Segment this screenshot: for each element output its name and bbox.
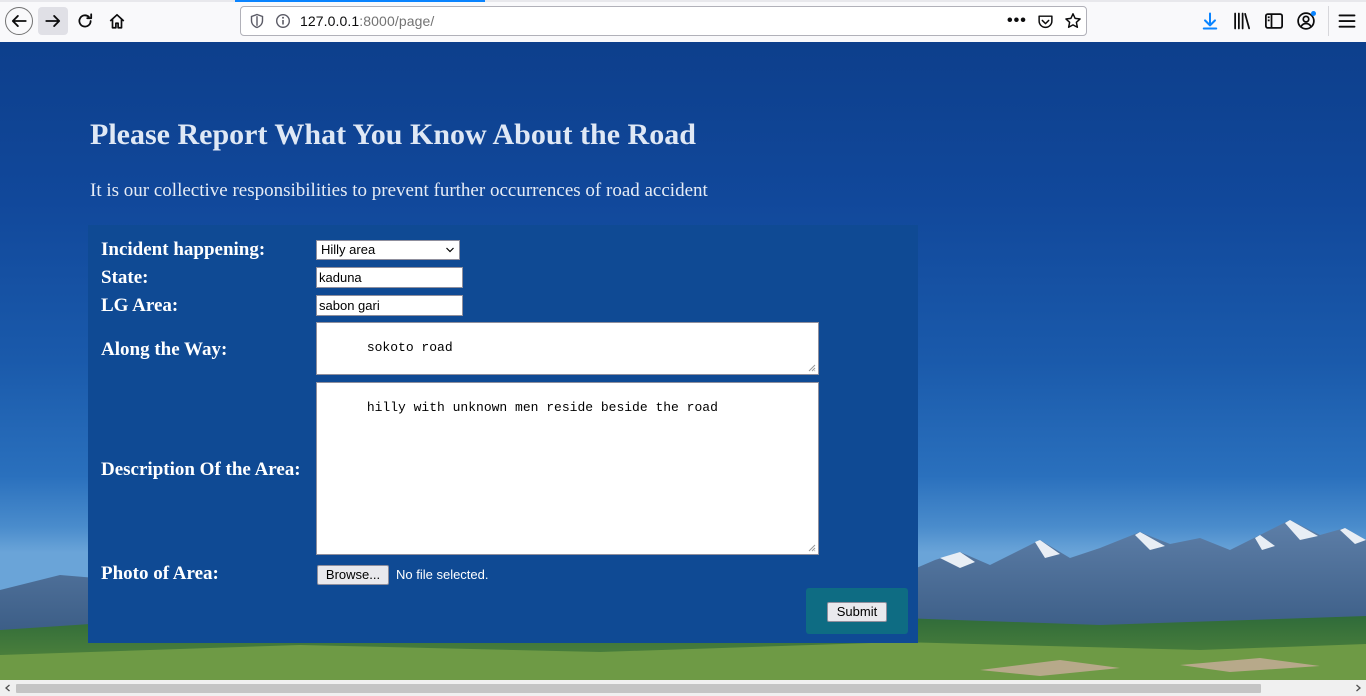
submit-button[interactable]: Submit bbox=[827, 602, 887, 622]
menu-icon[interactable] bbox=[1337, 11, 1357, 31]
incident-selected-value: Hilly area bbox=[321, 242, 376, 257]
resize-grip-icon[interactable] bbox=[808, 544, 816, 552]
shield-icon[interactable] bbox=[249, 13, 265, 29]
reload-button[interactable] bbox=[71, 7, 99, 35]
back-button[interactable] bbox=[5, 7, 33, 35]
along-way-label: Along the Way: bbox=[101, 339, 228, 360]
scroll-right-icon[interactable] bbox=[1353, 683, 1363, 693]
incident-select[interactable]: Hilly area bbox=[316, 240, 460, 260]
page-subtitle: It is our collective responsibilities to… bbox=[90, 180, 708, 201]
info-icon[interactable] bbox=[275, 13, 291, 29]
scroll-left-icon[interactable] bbox=[3, 683, 13, 693]
home-button[interactable] bbox=[103, 7, 131, 35]
library-icon[interactable] bbox=[1232, 11, 1252, 31]
scrollbar-thumb[interactable] bbox=[16, 684, 1261, 693]
page-title: Please Report What You Know About the Ro… bbox=[90, 118, 696, 151]
description-label: Description Of the Area: bbox=[101, 459, 301, 480]
account-icon[interactable] bbox=[1296, 11, 1316, 31]
chevron-down-icon bbox=[446, 247, 454, 253]
description-value: hilly with unknown men reside beside the… bbox=[366, 400, 718, 415]
url-text[interactable]: 127.0.0.1:8000/page/ bbox=[300, 13, 434, 29]
browser-toolbar: 127.0.0.1:8000/page/ ••• bbox=[0, 0, 1366, 43]
home-icon bbox=[109, 13, 125, 29]
url-bar[interactable]: 127.0.0.1:8000/page/ ••• bbox=[240, 6, 1087, 36]
submit-container: Submit bbox=[806, 588, 908, 634]
no-file-text: No file selected. bbox=[396, 567, 489, 582]
star-icon[interactable] bbox=[1064, 12, 1082, 30]
url-path: :8000/page/ bbox=[359, 13, 435, 29]
horizontal-scrollbar[interactable] bbox=[0, 680, 1366, 696]
lg-area-input[interactable]: sabon gari bbox=[316, 295, 463, 316]
resize-grip-icon[interactable] bbox=[808, 364, 816, 372]
browse-button[interactable]: Browse... bbox=[317, 565, 389, 585]
sidebar-icon[interactable] bbox=[1264, 11, 1284, 31]
along-way-textarea[interactable]: sokoto road bbox=[316, 322, 819, 375]
state-input[interactable]: kaduna bbox=[316, 267, 463, 288]
url-host: 127.0.0.1 bbox=[300, 13, 360, 29]
forward-arrow-icon bbox=[45, 15, 61, 27]
photo-label: Photo of Area: bbox=[101, 563, 219, 584]
state-label: State: bbox=[101, 267, 149, 288]
description-textarea[interactable]: hilly with unknown men reside beside the… bbox=[316, 382, 819, 555]
tab-strip-line bbox=[0, 0, 1366, 2]
download-icon[interactable] bbox=[1200, 11, 1220, 31]
reload-icon bbox=[78, 13, 93, 28]
back-arrow-icon bbox=[11, 15, 27, 27]
toolbar-separator bbox=[1328, 6, 1329, 36]
forward-button[interactable] bbox=[38, 7, 68, 35]
pocket-icon[interactable] bbox=[1037, 13, 1054, 30]
page-viewport: Please Report What You Know About the Ro… bbox=[0, 42, 1366, 680]
incident-label: Incident happening: bbox=[101, 239, 266, 260]
active-tab-indicator bbox=[235, 0, 485, 2]
along-way-value: sokoto road bbox=[366, 340, 453, 355]
lg-area-label: LG Area: bbox=[101, 295, 179, 316]
report-form: Incident happening: Hilly area State: ka… bbox=[88, 225, 918, 643]
page-actions-button[interactable]: ••• bbox=[1007, 12, 1027, 30]
